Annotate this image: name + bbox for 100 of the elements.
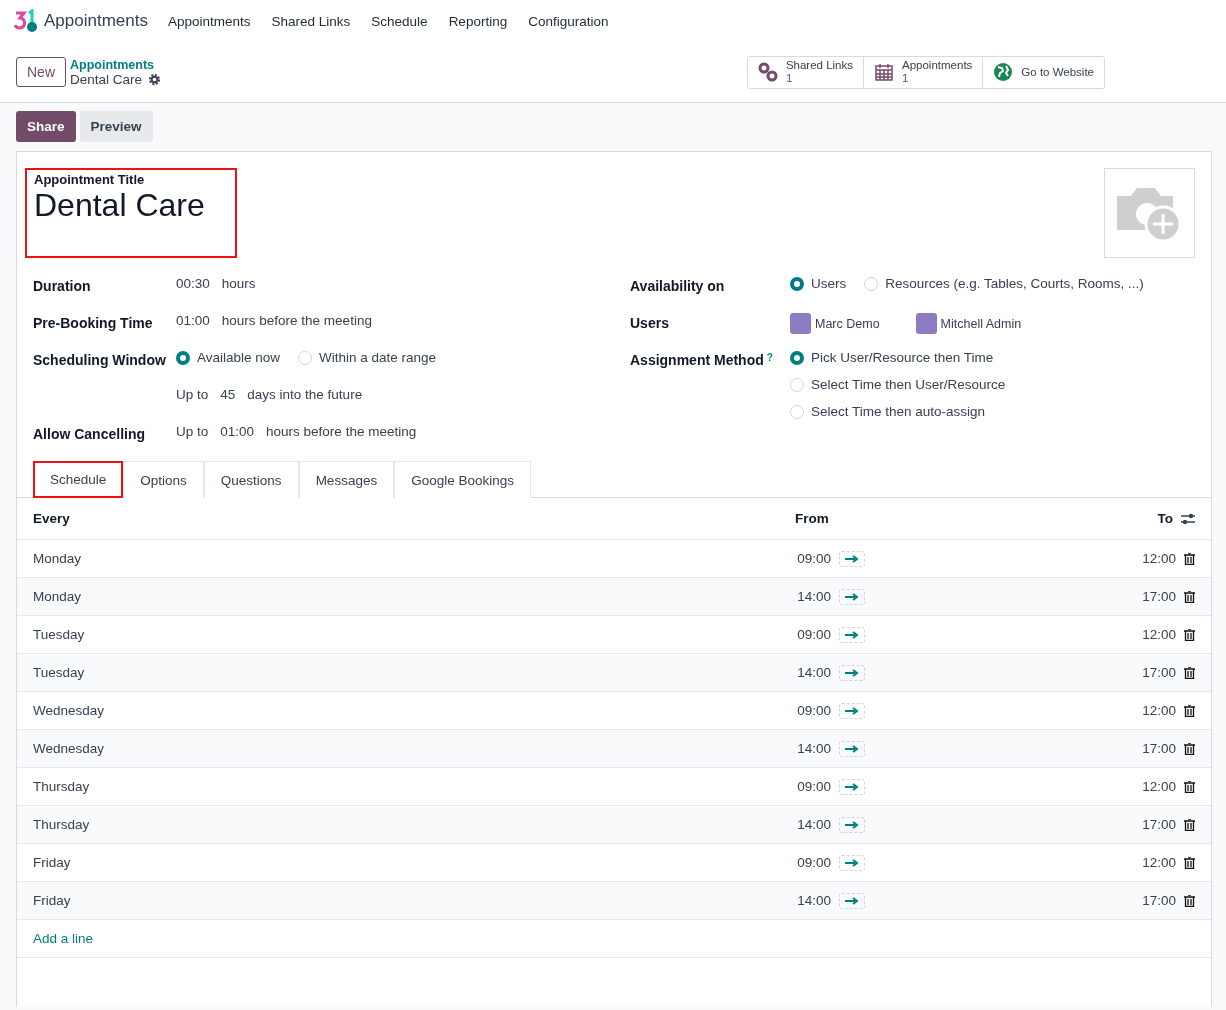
field-value: Up to xyxy=(176,424,209,439)
table-cell: 12:00 xyxy=(1142,627,1176,642)
field-value: 01:00 xyxy=(220,424,255,439)
breadcrumb-link[interactable]: Appointments xyxy=(70,57,162,72)
smart-button[interactable]: Shared Links 1 xyxy=(747,56,864,88)
column-header[interactable]: From xyxy=(795,511,895,526)
field-label: Availability on xyxy=(630,278,725,294)
table-cell-text: Monday xyxy=(33,551,83,566)
globe-icon xyxy=(993,62,1014,82)
table-cell: 14:00 xyxy=(797,665,831,680)
record-name: Dental Care xyxy=(70,71,143,87)
field-value: 00:30 xyxy=(176,276,210,291)
table-cell-text: Wednesday xyxy=(33,741,106,756)
table-cell: 17:00 xyxy=(1142,741,1176,756)
sliders-icon[interactable] xyxy=(1181,512,1195,525)
option-label: Pick User/Resource then Time xyxy=(811,350,994,365)
field-value: 01:00 xyxy=(176,313,210,328)
help-icon[interactable]: ? xyxy=(766,352,773,363)
table-cell: 09:00 xyxy=(797,627,831,642)
menu-item[interactable]: Schedule xyxy=(371,13,428,29)
tab[interactable]: Options xyxy=(123,461,204,498)
option-label: Within a date range xyxy=(319,350,437,365)
tab[interactable]: Questions xyxy=(203,461,299,498)
table-cell: 09:00 xyxy=(797,703,831,718)
app-name: Appointments xyxy=(44,11,148,31)
option-label: Users xyxy=(811,276,847,291)
table-cell-text: Monday xyxy=(33,589,83,604)
menu-item[interactable]: Shared Links xyxy=(271,13,351,29)
table-cell: 17:00 xyxy=(1142,893,1176,908)
table-cell: 14:00 xyxy=(797,893,831,908)
menu-item[interactable]: Configuration xyxy=(528,13,609,29)
trash-icon[interactable] xyxy=(1184,856,1195,869)
field-label: Scheduling Window xyxy=(33,352,166,368)
radio-option[interactable]: Within a date range xyxy=(298,350,437,365)
trash-icon[interactable] xyxy=(1184,552,1195,565)
field-value: hours xyxy=(221,276,256,291)
table-cell-text: Wednesday xyxy=(33,703,106,718)
appointment-title[interactable]: Dental Care xyxy=(34,187,205,224)
app-logo-icon[interactable] xyxy=(14,9,38,33)
tab[interactable]: Schedule xyxy=(33,461,124,498)
field-label: Pre-Booking Time xyxy=(33,315,153,331)
calendar-icon xyxy=(874,62,894,82)
table-cell: 17:00 xyxy=(1142,817,1176,832)
field-value: days into the future xyxy=(247,387,363,402)
action-button[interactable]: Share xyxy=(16,111,76,142)
table-cell: 09:00 xyxy=(797,779,831,794)
user-name: Mitchell Admin xyxy=(940,316,1022,331)
trash-icon[interactable] xyxy=(1184,780,1195,793)
settings-icon[interactable] xyxy=(148,72,162,86)
option-label: Available now xyxy=(197,350,281,365)
user-name: Marc Demo xyxy=(815,316,880,331)
radio-option[interactable]: Available now xyxy=(176,350,281,365)
field-label: Allow Cancelling xyxy=(33,426,145,442)
field-value: hours before the meeting xyxy=(221,313,372,328)
table-cell-text: Tuesday xyxy=(33,627,86,642)
field-label: Duration xyxy=(33,278,91,294)
table-cell: 12:00 xyxy=(1142,855,1176,870)
table-cell: 09:00 xyxy=(797,551,831,566)
table-cell: 12:00 xyxy=(1142,551,1176,566)
radio-icon[interactable] xyxy=(790,350,804,365)
new-button[interactable]: New xyxy=(16,57,66,87)
field-label: Assignment Method xyxy=(630,352,764,368)
menu-item[interactable]: Reporting xyxy=(448,13,508,29)
radio-icon[interactable] xyxy=(790,276,804,291)
trash-icon[interactable] xyxy=(1184,590,1195,603)
add-line-link[interactable]: Add a line xyxy=(17,920,1211,958)
trash-icon[interactable] xyxy=(1184,704,1195,717)
table-cell: 14:00 xyxy=(797,589,831,604)
radio-option[interactable]: Users xyxy=(790,276,847,291)
table-cell: 09:00 xyxy=(797,855,831,870)
trash-icon[interactable] xyxy=(1184,628,1195,641)
trash-icon[interactable] xyxy=(1184,742,1195,755)
trash-icon[interactable] xyxy=(1184,818,1195,831)
link-icon xyxy=(757,62,778,82)
table-cell-text: Tuesday xyxy=(33,665,86,680)
column-header[interactable]: To xyxy=(1157,511,1173,526)
table-cell: 17:00 xyxy=(1142,665,1176,680)
radio-option[interactable]: Select Time then auto-assign xyxy=(790,404,1006,419)
radio-icon[interactable] xyxy=(176,350,190,365)
table-cell: 12:00 xyxy=(1142,779,1176,794)
table-cell-text: Friday xyxy=(33,893,72,908)
table-cell-text: Thursday xyxy=(33,817,91,832)
table-cell-text: Friday xyxy=(33,855,72,870)
table-cell: 14:00 xyxy=(797,817,831,832)
action-button[interactable]: Preview xyxy=(79,111,153,142)
field-label: Appointment Title xyxy=(34,172,146,187)
field-value: hours before the meeting xyxy=(266,424,417,439)
radio-option[interactable]: Pick User/Resource then Time xyxy=(790,350,1006,365)
column-header[interactable]: Every xyxy=(33,511,795,526)
table-cell: 12:00 xyxy=(1142,703,1176,718)
tab[interactable]: Google Bookings xyxy=(394,461,531,498)
field-value: 45 xyxy=(220,387,236,402)
trash-icon[interactable] xyxy=(1184,894,1195,907)
table-cell: 14:00 xyxy=(797,741,831,756)
field-label: Users xyxy=(630,315,669,331)
table-cell-text: Thursday xyxy=(33,779,91,794)
option-label: Select Time then auto-assign xyxy=(811,404,986,419)
tab[interactable]: Messages xyxy=(298,461,395,498)
menu-item[interactable]: Appointments xyxy=(167,13,251,29)
trash-icon[interactable] xyxy=(1184,666,1195,679)
